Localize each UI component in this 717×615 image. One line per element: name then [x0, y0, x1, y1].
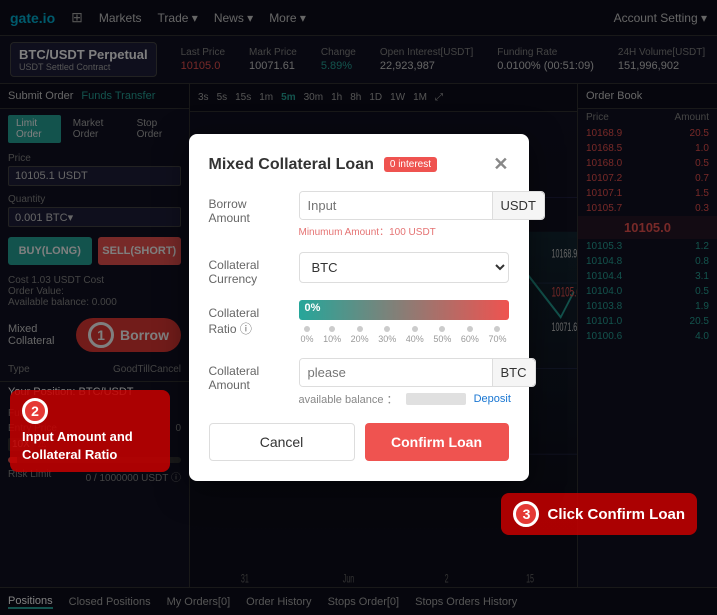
step-3-annotation: 3 Click Confirm Loan	[501, 493, 697, 535]
tick-dot-20	[357, 326, 363, 332]
borrow-amount-label: Borrow Amount	[209, 191, 289, 225]
collateral-ratio-field: Collateral Ratio ⓘ 0% 0% 10% 20% 30% 40%…	[209, 300, 509, 344]
tick-dot-70	[494, 326, 500, 332]
ratio-label: Collateral Ratio ⓘ	[209, 300, 289, 337]
tick-70: 70%	[488, 326, 506, 344]
available-balance-row: available balance ： Deposit	[299, 391, 536, 407]
amount-content: BTC available balance ： Deposit	[299, 358, 536, 407]
collateral-currency-field: Collateral Currency BTC ETH USDT	[209, 252, 509, 286]
collateral-input-row: BTC	[299, 358, 536, 387]
available-amount-placeholder	[406, 393, 466, 405]
ratio-content: 0% 0% 10% 20% 30% 40% 50% 60% 70%	[299, 300, 509, 344]
ratio-bar-container: 0%	[299, 300, 509, 320]
collateral-suffix: BTC	[492, 359, 535, 386]
tick-60: 60%	[461, 326, 479, 344]
tick-dot-50	[439, 326, 445, 332]
modal-buttons: Cancel Confirm Loan	[209, 423, 509, 461]
currency-content: BTC ETH USDT	[299, 252, 509, 283]
deposit-link[interactable]: Deposit	[474, 393, 511, 405]
step-3-text: Click Confirm Loan	[547, 506, 685, 523]
borrow-suffix: USDT	[492, 192, 544, 219]
tick-50: 50%	[433, 326, 451, 344]
step-3-content: 3 Click Confirm Loan	[513, 501, 685, 527]
cancel-button[interactable]: Cancel	[209, 423, 355, 461]
modal-title: Mixed Collateral Loan	[209, 156, 374, 174]
tick-dot-40	[412, 326, 418, 332]
step-3-circle: 3	[513, 501, 539, 527]
borrow-hint: Minumum Amount：100 USDT	[299, 223, 545, 238]
borrow-amount-content: USDT Minumum Amount：100 USDT	[299, 191, 545, 238]
tick-10: 10%	[323, 326, 341, 344]
amount-label: Collateral Amount	[209, 358, 289, 392]
currency-select[interactable]: BTC ETH USDT	[299, 252, 509, 283]
borrow-input-row: USDT	[299, 191, 545, 220]
step-2-circle: 2	[22, 398, 48, 424]
mixed-collateral-modal: Mixed Collateral Loan 0 interest ✕ Borro…	[189, 134, 529, 481]
interest-badge: 0 interest	[384, 157, 437, 172]
ratio-bar-background[interactable]: 0%	[299, 300, 509, 320]
ratio-ticks: 0% 10% 20% 30% 40% 50% 60% 70%	[299, 326, 509, 344]
currency-label: Collateral Currency	[209, 252, 289, 286]
collateral-amount-input[interactable]	[300, 359, 492, 386]
confirm-loan-button[interactable]: Confirm Loan	[365, 423, 509, 461]
tick-30: 30%	[378, 326, 396, 344]
modal-close-button[interactable]: ✕	[493, 154, 508, 175]
collateral-amount-field: Collateral Amount BTC available balance …	[209, 358, 509, 407]
tick-40: 40%	[406, 326, 424, 344]
step-2-annotation: 2 Input Amount and Collateral Ratio	[10, 390, 170, 472]
step-2-text: Input Amount and Collateral Ratio	[22, 428, 158, 464]
available-label: available balance ：	[299, 391, 398, 407]
step-2-header: 2	[22, 398, 158, 424]
tick-20: 20%	[351, 326, 369, 344]
ratio-percentage: 0%	[305, 302, 321, 314]
borrow-amount-field: Borrow Amount USDT Minumum Amount：100 US…	[209, 191, 509, 238]
modal-title-row: Mixed Collateral Loan 0 interest ✕	[209, 154, 509, 175]
tick-dot-60	[467, 326, 473, 332]
tick-dot-10	[329, 326, 335, 332]
tick-dot-30	[384, 326, 390, 332]
borrow-amount-input[interactable]	[300, 192, 492, 219]
tick-dot-0	[304, 326, 310, 332]
tick-0: 0%	[301, 326, 314, 344]
